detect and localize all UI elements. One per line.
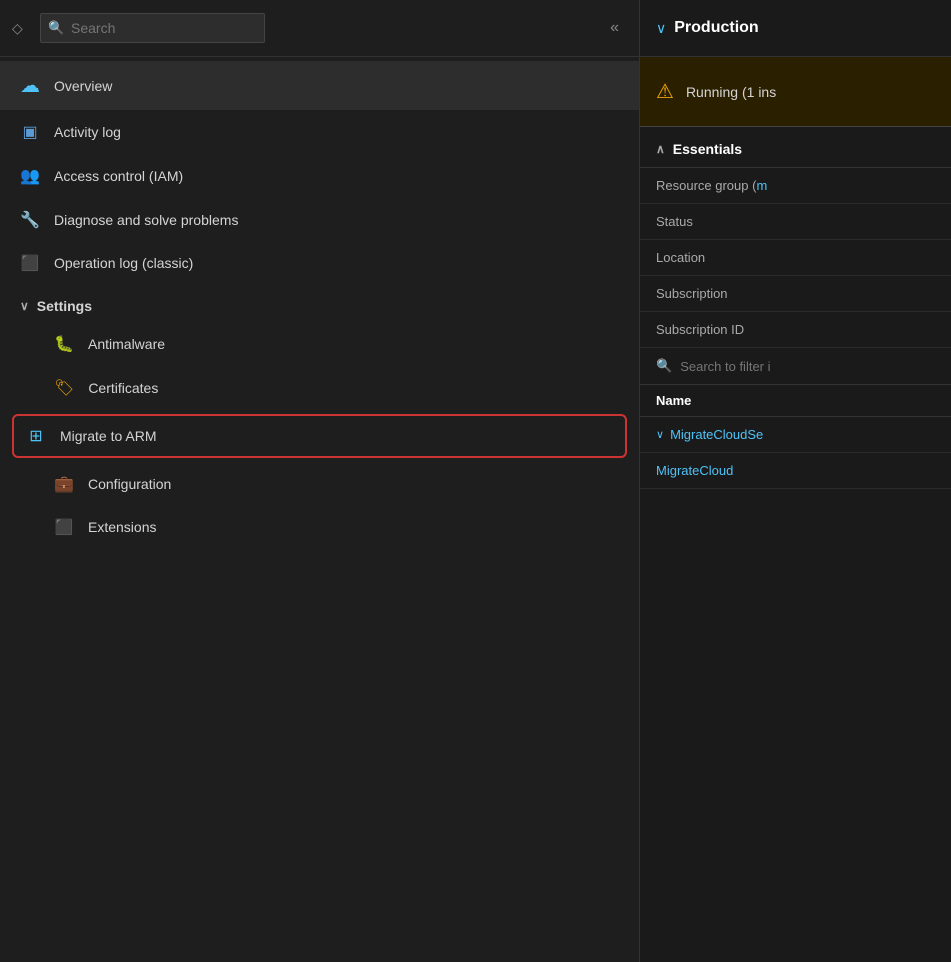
overview-label: Overview [54,78,112,94]
table-row: ∨ MigrateCloudSe [640,417,951,453]
sidebar-item-configuration[interactable]: 💼 Configuration [0,462,639,506]
collapse-button[interactable]: « [602,15,627,41]
sidebar: ◇ 🔍 « ☁ Overview ▣ Activity log 👥 Access… [0,0,640,962]
settings-section-header[interactable]: ∨ Settings [0,284,639,322]
search-input[interactable] [40,13,265,43]
search-bar: ◇ 🔍 « [0,0,639,57]
table-column-name: Name [656,393,691,408]
diagnose-label: Diagnose and solve problems [54,212,238,228]
extensions-icon: ⬛ [54,518,74,536]
filter-input[interactable] [680,359,935,374]
essentials-header[interactable]: ∧ Essentials [640,127,951,168]
operation-log-icon: ⬛ [20,254,40,272]
table-row: MigrateCloud [640,453,951,489]
activity-log-label: Activity log [54,124,121,140]
filter-bar: 🔍 [640,348,951,385]
essentials-title: Essentials [673,141,742,157]
essentials-row-location: Location [640,240,951,276]
diagnose-icon: 🔧 [20,210,40,230]
configuration-label: Configuration [88,476,171,492]
sidebar-item-diagnose[interactable]: 🔧 Diagnose and solve problems [0,198,639,242]
sidebar-item-antimalware[interactable]: 🐛 Antimalware [0,322,639,366]
panel-header: ∨ Production [640,0,951,57]
table-items: ∨ MigrateCloudSe MigrateCloud [640,417,951,489]
nav-items: ☁ Overview ▣ Activity log 👥 Access contr… [0,57,639,962]
certificates-icon: 🏷 [54,378,74,398]
activity-log-icon: ▣ [20,122,40,142]
right-panel: ∨ Production ⚠ Running (1 ins ∧ Essentia… [640,0,951,962]
migrate-to-arm-icon: ⊞ [26,426,46,446]
migrate-cloud-se-link[interactable]: ∨ MigrateCloudSe [656,427,935,442]
sidebar-item-access-control[interactable]: 👥 Access control (IAM) [0,154,639,198]
antimalware-label: Antimalware [88,336,165,352]
sidebar-item-extensions[interactable]: ⬛ Extensions [0,506,639,548]
essentials-row-status: Status [640,204,951,240]
extensions-label: Extensions [88,519,156,535]
panel-chevron-down-icon: ∨ [656,20,666,37]
resource-group-label: Resource group (m [656,178,767,193]
diamond-icon: ◇ [12,20,32,37]
sidebar-item-migrate-to-arm[interactable]: ⊞ Migrate to ARM [12,414,627,458]
essentials-row-subscription-id: Subscription ID [640,312,951,348]
search-input-wrapper: 🔍 [40,13,594,43]
subscription-label: Subscription [656,286,728,301]
panel-title: Production [674,19,758,37]
sidebar-item-overview[interactable]: ☁ Overview [0,61,639,110]
subscription-id-label: Subscription ID [656,322,744,337]
essentials-chevron-icon: ∧ [656,142,665,156]
table-header: Name [640,385,951,417]
settings-chevron-icon: ∨ [20,299,29,313]
migrate-to-arm-label: Migrate to ARM [60,428,156,444]
status-text: Running (1 ins [686,84,776,100]
migrate-cloud-link[interactable]: MigrateCloud [656,463,935,478]
resource-group-link[interactable]: m [756,178,767,193]
status-banner: ⚠ Running (1 ins [640,57,951,127]
sidebar-item-certificates[interactable]: 🏷 Certificates [0,366,639,410]
warning-icon: ⚠ [656,79,674,104]
sidebar-item-activity-log[interactable]: ▣ Activity log [0,110,639,154]
overview-icon: ☁ [20,73,40,98]
migrate-cloud-se-label: MigrateCloudSe [670,427,763,442]
settings-label: Settings [37,298,92,314]
operation-log-label: Operation log (classic) [54,255,193,271]
essentials-row-resource-group: Resource group (m [640,168,951,204]
filter-search-icon: 🔍 [656,358,672,374]
essentials-section: ∧ Essentials Resource group (m Status Lo… [640,127,951,348]
access-control-icon: 👥 [20,166,40,186]
migrate-cloud-label: MigrateCloud [656,463,733,478]
antimalware-icon: 🐛 [54,334,74,354]
essentials-row-subscription: Subscription [640,276,951,312]
configuration-icon: 💼 [54,474,74,494]
chevron-row-icon: ∨ [656,428,664,441]
search-icon: 🔍 [48,20,64,36]
location-label: Location [656,250,705,265]
access-control-label: Access control (IAM) [54,168,183,184]
status-label: Status [656,214,693,229]
certificates-label: Certificates [88,380,158,396]
sidebar-item-operation-log[interactable]: ⬛ Operation log (classic) [0,242,639,284]
